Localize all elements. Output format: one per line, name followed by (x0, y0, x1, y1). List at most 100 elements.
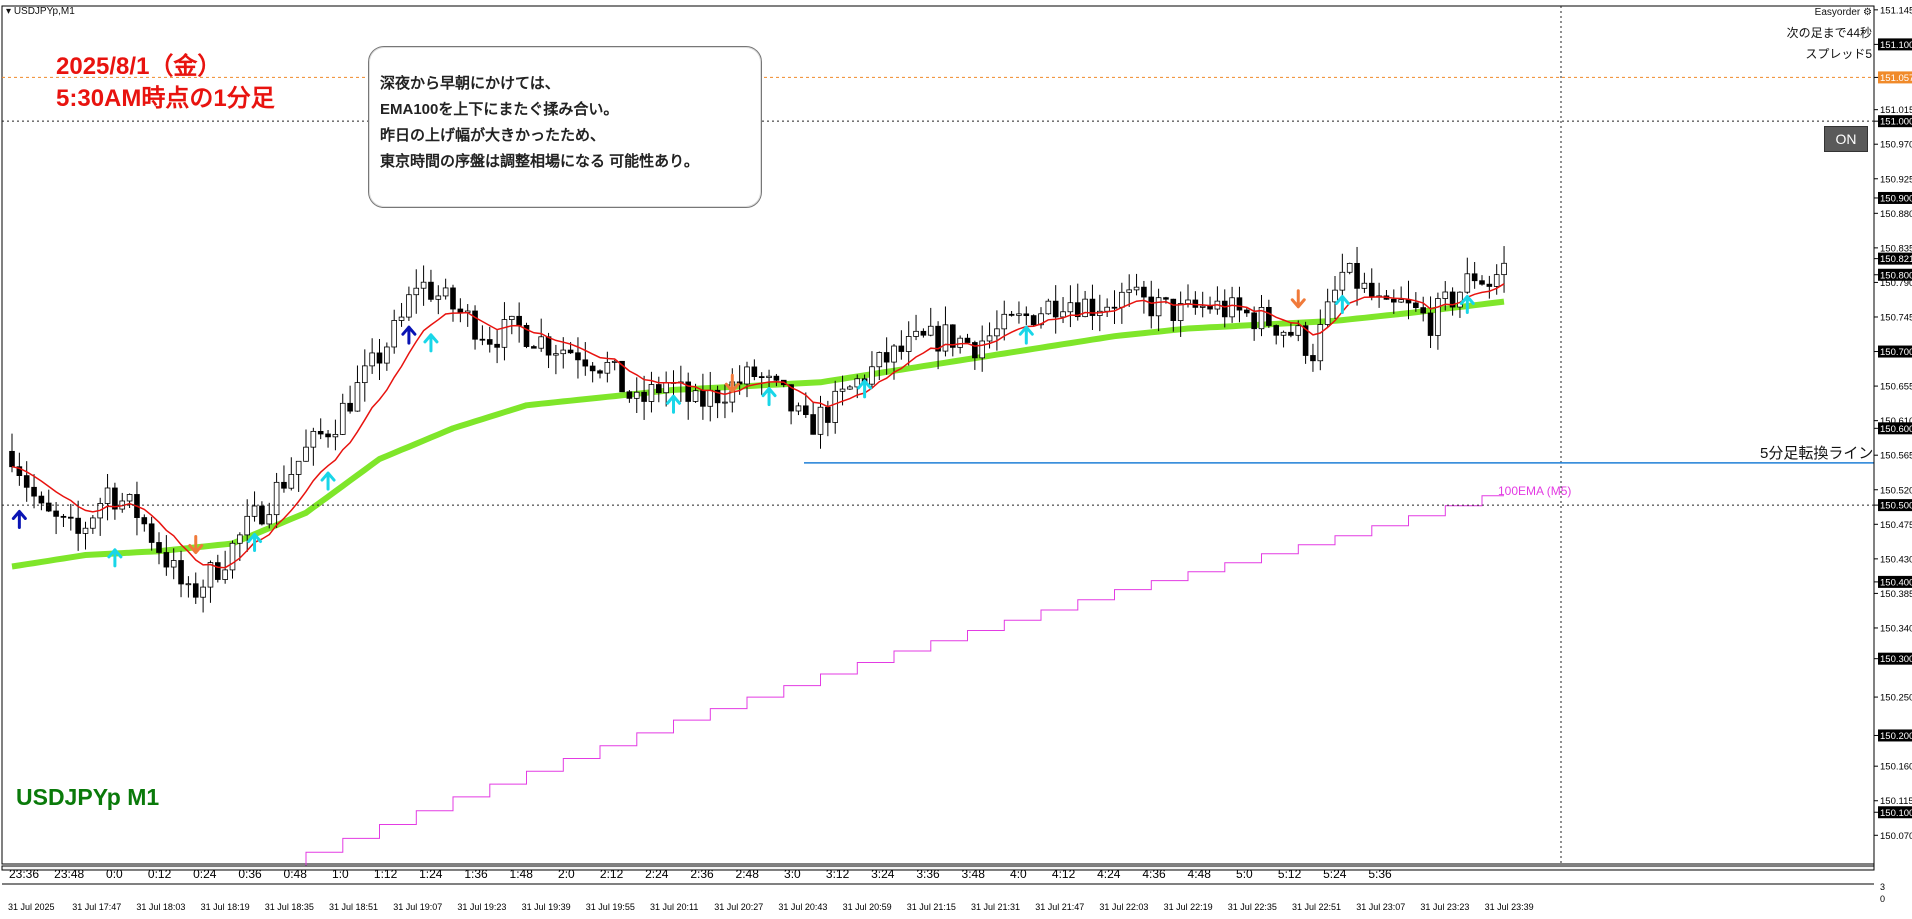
candle-body (986, 335, 993, 342)
candle-body (1126, 289, 1133, 293)
candle-body (869, 366, 875, 385)
price-tick-label: 151.015 (1880, 105, 1912, 116)
candle-body (1192, 299, 1199, 308)
candle-body (1464, 273, 1471, 293)
price-chart[interactable]: 151.145 151.100 151.057 151.015151.000 150.9… (0, 0, 1912, 919)
candle-body (347, 402, 353, 412)
date-label: 31 Jul 23:23 (1420, 902, 1469, 912)
date-label: 31 Jul 22:19 (1164, 902, 1213, 912)
candle-body (964, 337, 971, 343)
candle-body (1273, 325, 1280, 336)
candle-body (1082, 298, 1088, 318)
candle-body (501, 319, 508, 348)
date-label: 31 Jul 18:19 (201, 902, 250, 912)
candle-body (891, 345, 897, 363)
conversion-line-label: 5分足転換ライン (1760, 445, 1874, 462)
candle-body (994, 328, 1000, 337)
price-tick-label: 150.400 (1880, 577, 1912, 588)
candle-body (126, 494, 133, 502)
date-label: 31 Jul 19:55 (586, 902, 635, 912)
candle-body (288, 474, 295, 489)
candle-body (1471, 273, 1478, 282)
candle-body (692, 390, 699, 402)
price-tick-label: 150.160 (1880, 762, 1912, 773)
candle-body (156, 542, 162, 553)
candle-body (633, 391, 640, 399)
candle-body (1163, 297, 1169, 300)
price-tick-label: 150.790 (1880, 278, 1912, 289)
candle-body (229, 542, 236, 571)
candle-body (810, 414, 816, 435)
candle-body (1229, 297, 1235, 318)
time-label: 2:0 (558, 867, 575, 881)
candle-body (722, 401, 728, 404)
candle-body (1420, 307, 1427, 314)
candle-body (435, 295, 442, 300)
candle-body (553, 353, 559, 356)
candle-body (1317, 324, 1324, 362)
on-button[interactable]: ON (1824, 126, 1868, 152)
candle-body (60, 515, 67, 518)
candle-body (1177, 303, 1184, 321)
time-label: 5:12 (1278, 867, 1302, 881)
candle-body (178, 560, 184, 585)
price-tick-label: 151.100 (1880, 40, 1912, 51)
candle-body (1295, 325, 1302, 336)
candle-body (75, 517, 81, 534)
candle-body (876, 352, 883, 368)
candle-body (656, 384, 662, 394)
time-label: 0:36 (238, 867, 262, 881)
comment-line-2: EMA100を上下にまたぐ揉み合い。 (380, 101, 619, 118)
easyorder-label[interactable]: Easyorder ⚙ (1815, 7, 1872, 18)
candle-body (927, 325, 934, 336)
candle-body (839, 388, 846, 392)
candle-body (369, 352, 375, 367)
candle-body (53, 510, 59, 517)
candle-body (45, 502, 52, 512)
date-label: 31 Jul 17:47 (72, 902, 121, 912)
candle-body (1339, 271, 1346, 291)
settings-icon[interactable]: ⚙ (1863, 7, 1872, 18)
candle-body (1442, 291, 1449, 299)
time-label: 4:12 (1052, 867, 1076, 881)
candle-body (1016, 313, 1022, 316)
chart-symbol-title: USDJPYp,M1 (13, 6, 75, 17)
date-label: 31 Jul 20:27 (714, 902, 763, 912)
dropdown-icon[interactable]: ▾ (6, 6, 11, 17)
candle-body (1413, 302, 1419, 309)
candle-body (9, 450, 15, 468)
chart-tab-title[interactable]: ▾ USDJPYp,M1 (6, 6, 75, 17)
candle-body (1104, 306, 1110, 312)
candle-body (531, 346, 537, 349)
time-label: 1:36 (464, 867, 488, 881)
price-tick-label: 150.340 (1880, 623, 1912, 634)
date-label: 31 Jul 21:31 (971, 902, 1020, 912)
candle-body (1067, 302, 1074, 313)
candle-body (942, 324, 949, 352)
candle-body (472, 310, 478, 340)
candle-body (604, 361, 611, 374)
candle-body (31, 486, 37, 497)
candle-body (237, 534, 243, 544)
candle-body (1199, 305, 1206, 308)
date-label: 31 Jul 23:39 (1485, 902, 1534, 912)
time-label: 23:48 (54, 867, 84, 881)
candle-body (141, 517, 148, 525)
candle-body (170, 560, 177, 568)
price-tick-label: 150.300 (1880, 654, 1912, 665)
easyorder-text: Easyorder (1814, 7, 1861, 18)
candle-body (817, 406, 824, 435)
candle-body (795, 405, 802, 412)
time-label: 1:24 (419, 867, 443, 881)
candle-body (1060, 311, 1066, 318)
candle-body (1207, 305, 1213, 310)
candle-body (751, 366, 758, 377)
candle-body (68, 516, 74, 519)
candle-body (516, 315, 522, 326)
candle-body (1030, 315, 1037, 326)
date-label: 31 Jul 18:35 (265, 902, 314, 912)
candle-body (354, 382, 361, 412)
date-label: 31 Jul 21:47 (1035, 902, 1084, 912)
spread-label: スプレッド5 (1805, 47, 1872, 61)
candle-body (420, 281, 427, 289)
